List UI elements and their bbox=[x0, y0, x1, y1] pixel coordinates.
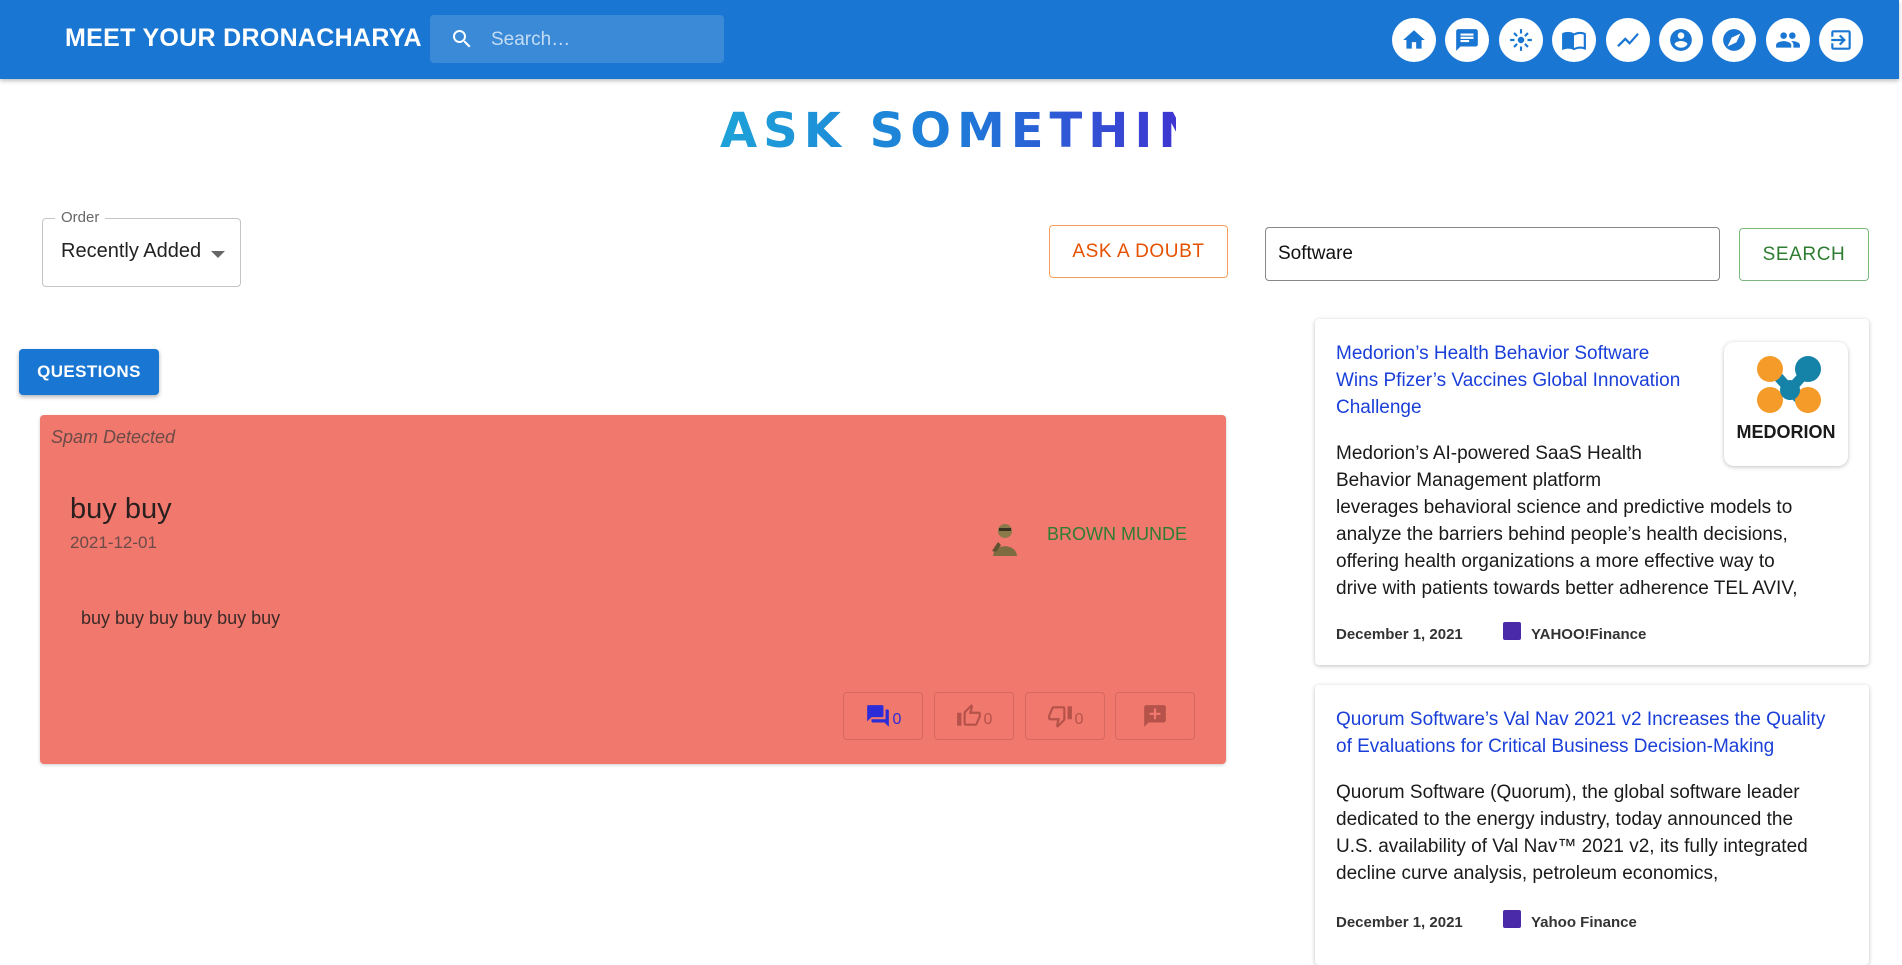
nav-home-button[interactable] bbox=[1392, 18, 1436, 62]
dislikes-count: 0 bbox=[1074, 711, 1084, 728]
ask-something-heading: ASK SOMETHING bbox=[720, 103, 1176, 157]
forum-icon bbox=[1456, 29, 1478, 51]
likes-count: 0 bbox=[983, 711, 993, 728]
nav-compass-button[interactable] bbox=[1712, 18, 1756, 62]
news-source-icon bbox=[1503, 910, 1521, 928]
thumb-down-icon bbox=[1047, 706, 1072, 728]
ask-doubt-button[interactable]: ASK A DOUBT bbox=[1049, 225, 1228, 278]
order-value: Recently Added bbox=[61, 240, 202, 262]
question-body: buy buy buy buy buy buy bbox=[81, 608, 281, 628]
news-source[interactable]: YAHOO!Finance bbox=[1531, 626, 1646, 643]
question-title[interactable]: buy buy bbox=[70, 493, 172, 526]
people-icon bbox=[1776, 32, 1800, 48]
dislike-button[interactable]: 0 bbox=[1025, 692, 1105, 740]
nav-explore-button[interactable] bbox=[1499, 18, 1543, 62]
forum-icon bbox=[866, 705, 889, 727]
news-description: Quorum Software (Quorum), the global sof… bbox=[1336, 782, 1808, 884]
compass-icon bbox=[1723, 29, 1745, 51]
thumb-up-icon bbox=[956, 704, 981, 726]
question-date: 2021-12-01 bbox=[70, 533, 157, 552]
nav-logout-button[interactable] bbox=[1819, 18, 1863, 62]
like-button[interactable]: 0 bbox=[934, 692, 1014, 740]
search-icon bbox=[453, 30, 471, 48]
home-icon bbox=[1403, 30, 1425, 49]
spam-flag: Spam Detected bbox=[51, 427, 176, 447]
add-comment-button[interactable] bbox=[1115, 692, 1195, 740]
news-date: December 1, 2021 bbox=[1336, 914, 1463, 931]
app-bar: MEET YOUR DRONACHARYA bbox=[0, 0, 1899, 79]
svg-text:ASK SOMETHING: ASK SOMETHING bbox=[720, 103, 1176, 157]
news-description: Medorion’s AI-powered SaaS Health Behavi… bbox=[1336, 443, 1798, 599]
nav-trending-button[interactable] bbox=[1606, 18, 1650, 62]
news-card[interactable]: Quorum Software’s Val Nav 2021 v2 Increa… bbox=[1315, 685, 1869, 965]
answers-button[interactable]: 0 bbox=[843, 692, 923, 740]
nav-account-button[interactable] bbox=[1659, 18, 1703, 62]
nav-book-button[interactable] bbox=[1552, 18, 1596, 62]
news-title[interactable]: Quorum Software’s Val Nav 2021 v2 Increa… bbox=[1336, 706, 1825, 760]
news-search-input[interactable] bbox=[1265, 227, 1720, 281]
logout-icon bbox=[1831, 30, 1851, 50]
explore-icon bbox=[1510, 29, 1532, 51]
news-search-button[interactable]: SEARCH bbox=[1739, 228, 1869, 281]
trending-icon bbox=[1617, 32, 1639, 48]
news-card[interactable]: Medorion’s Health Behavior Software Wins… bbox=[1315, 319, 1869, 665]
news-source-icon bbox=[1503, 622, 1521, 640]
dropdown-arrow-icon bbox=[211, 251, 225, 258]
nav-people-button[interactable] bbox=[1766, 18, 1810, 62]
author-name[interactable]: BROWN MUNDE bbox=[1047, 524, 1187, 545]
news-title[interactable]: Medorion’s Health Behavior Software Wins… bbox=[1336, 340, 1680, 421]
answers-count: 0 bbox=[892, 711, 902, 728]
add-comment-icon bbox=[1144, 705, 1166, 727]
account-icon bbox=[1670, 29, 1692, 51]
book-icon bbox=[1562, 31, 1586, 51]
global-search[interactable] bbox=[430, 15, 724, 65]
global-search-input[interactable] bbox=[489, 15, 713, 65]
brand-title[interactable]: MEET YOUR DRONACHARYA bbox=[65, 24, 422, 53]
news-source[interactable]: Yahoo Finance bbox=[1531, 914, 1637, 931]
nav-forum-button[interactable] bbox=[1445, 18, 1489, 62]
question-card[interactable]: Spam Detected buy buy 2021-12-01 BROWN M… bbox=[40, 415, 1226, 764]
avatar[interactable] bbox=[985, 518, 1025, 558]
news-date: December 1, 2021 bbox=[1336, 626, 1463, 643]
order-select[interactable]: Order Recently Added bbox=[42, 209, 241, 287]
tab-questions[interactable]: QUESTIONS bbox=[19, 349, 159, 395]
order-label: Order bbox=[55, 209, 106, 226]
